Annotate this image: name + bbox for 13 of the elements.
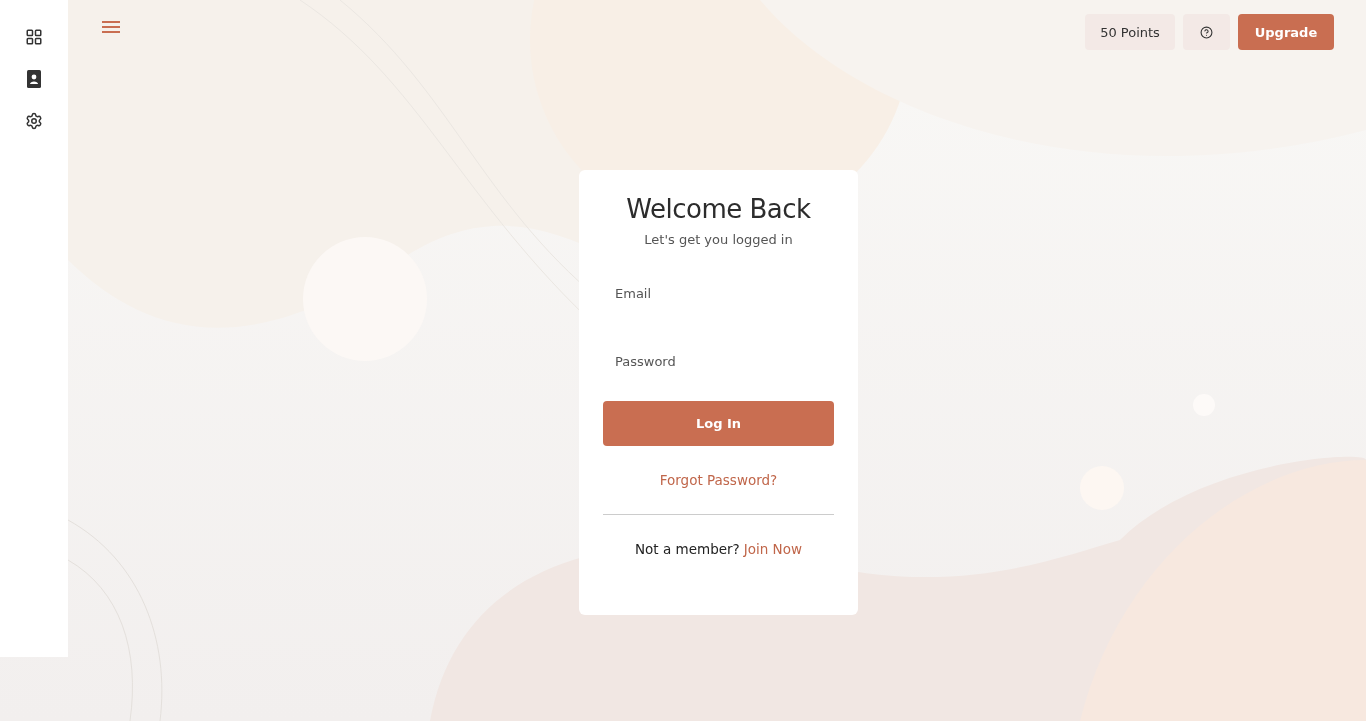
menu-icon[interactable] [102,20,120,34]
login-button[interactable]: Log In [603,401,834,446]
help-button[interactable] [1183,14,1230,50]
upgrade-button[interactable]: Upgrade [1238,14,1334,50]
join-now-link[interactable]: Join Now [743,541,802,557]
contact-card-icon[interactable] [24,68,44,90]
help-icon [1200,25,1213,39]
login-title: Welcome Back [626,194,811,224]
settings-icon[interactable] [24,110,44,132]
forgot-password-link[interactable]: Forgot Password? [659,472,778,488]
login-subtitle: Let's get you logged in [644,232,793,247]
points-button[interactable]: 50 Points [1085,14,1175,50]
signup-prompt: Not a member? [635,541,740,557]
